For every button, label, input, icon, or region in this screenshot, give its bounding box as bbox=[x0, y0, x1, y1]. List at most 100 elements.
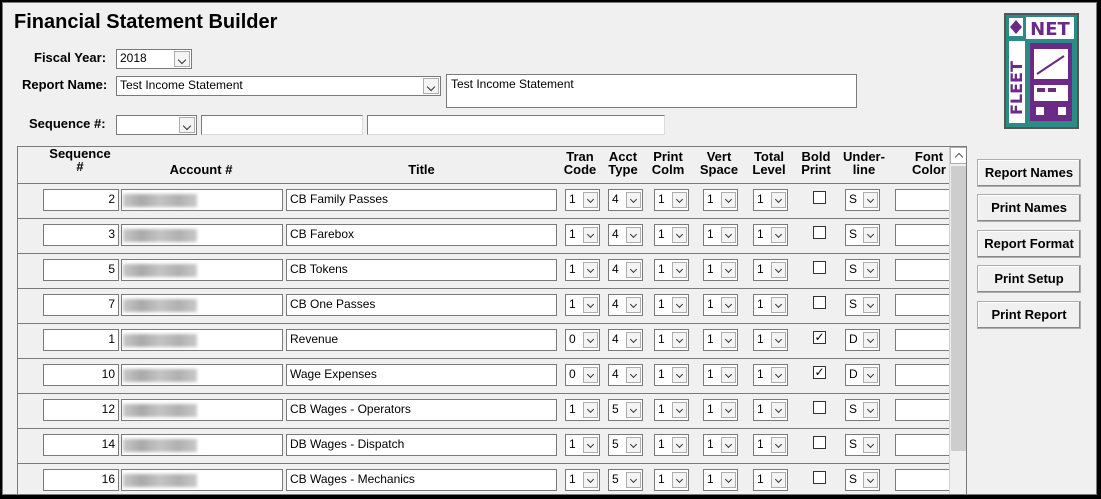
vert-space-select[interactable]: 1 bbox=[703, 469, 738, 491]
chevron-down-icon[interactable] bbox=[863, 297, 878, 313]
vert-space-select[interactable]: 1 bbox=[703, 434, 738, 456]
tran-code-select[interactable]: 1 bbox=[565, 399, 600, 421]
font-color-cell[interactable] bbox=[895, 329, 953, 351]
account-cell[interactable] bbox=[121, 399, 283, 421]
bold-print-checkbox[interactable] bbox=[813, 296, 826, 309]
total-level-select[interactable]: 1 bbox=[753, 259, 788, 281]
sequence-select[interactable] bbox=[116, 115, 197, 135]
print-colm-select[interactable]: 1 bbox=[654, 434, 689, 456]
tran-code-select[interactable]: 0 bbox=[565, 329, 600, 351]
chevron-down-icon[interactable] bbox=[626, 367, 641, 383]
acct-type-select[interactable]: 4 bbox=[608, 259, 643, 281]
sequence-text-2[interactable] bbox=[367, 115, 665, 135]
vertical-scrollbar[interactable] bbox=[949, 147, 966, 494]
chevron-down-icon[interactable] bbox=[721, 437, 736, 453]
bold-print-checkbox[interactable]: ✓ bbox=[813, 366, 826, 379]
chevron-down-icon[interactable] bbox=[863, 367, 878, 383]
underline-select[interactable]: S bbox=[845, 259, 880, 281]
underline-select[interactable]: S bbox=[845, 189, 880, 211]
title-cell[interactable]: CB Family Passes bbox=[286, 189, 557, 211]
chevron-down-icon[interactable] bbox=[583, 402, 598, 418]
chevron-down-icon[interactable] bbox=[771, 332, 786, 348]
font-color-cell[interactable] bbox=[895, 469, 953, 491]
font-color-cell[interactable] bbox=[895, 189, 953, 211]
total-level-select[interactable]: 1 bbox=[753, 399, 788, 421]
underline-select[interactable]: S bbox=[845, 399, 880, 421]
acct-type-select[interactable]: 4 bbox=[608, 364, 643, 386]
table-row[interactable]: 12 CB Wages - Operators 1 5 1 1 1 S bbox=[18, 393, 953, 429]
table-row[interactable]: 2 CB Family Passes 1 4 1 1 1 S bbox=[18, 183, 953, 219]
bold-print-checkbox[interactable]: ✓ bbox=[813, 331, 826, 344]
account-cell[interactable] bbox=[121, 259, 283, 281]
sequence-cell[interactable]: 5 bbox=[43, 259, 119, 281]
print-colm-select[interactable]: 1 bbox=[654, 294, 689, 316]
chevron-down-icon[interactable] bbox=[863, 332, 878, 348]
chevron-down-icon[interactable] bbox=[771, 367, 786, 383]
chevron-down-icon[interactable] bbox=[626, 472, 641, 488]
vert-space-select[interactable]: 1 bbox=[703, 399, 738, 421]
chevron-down-icon[interactable] bbox=[583, 227, 598, 243]
underline-select[interactable]: S bbox=[845, 434, 880, 456]
tran-code-select[interactable]: 1 bbox=[565, 259, 600, 281]
print-colm-select[interactable]: 1 bbox=[654, 259, 689, 281]
chevron-down-icon[interactable] bbox=[771, 402, 786, 418]
chevron-down-icon[interactable] bbox=[721, 262, 736, 278]
total-level-select[interactable]: 1 bbox=[753, 469, 788, 491]
sequence-cell[interactable]: 3 bbox=[43, 224, 119, 246]
chevron-down-icon[interactable] bbox=[672, 192, 687, 208]
sequence-cell[interactable]: 16 bbox=[43, 469, 119, 491]
acct-type-select[interactable]: 4 bbox=[608, 224, 643, 246]
tran-code-select[interactable]: 1 bbox=[565, 294, 600, 316]
table-row[interactable]: 1 Revenue 0 4 1 1 1 D ✓ bbox=[18, 323, 953, 359]
vert-space-select[interactable]: 1 bbox=[703, 259, 738, 281]
acct-type-select[interactable]: 4 bbox=[608, 294, 643, 316]
account-cell[interactable] bbox=[121, 224, 283, 246]
table-row[interactable]: 16 CB Wages - Mechanics 1 5 1 1 1 S bbox=[18, 463, 953, 494]
table-row[interactable]: 7 CB One Passes 1 4 1 1 1 S bbox=[18, 288, 953, 324]
chevron-down-icon[interactable] bbox=[721, 402, 736, 418]
chevron-down-icon[interactable] bbox=[771, 192, 786, 208]
chevron-down-icon[interactable] bbox=[626, 402, 641, 418]
title-cell[interactable]: CB Wages - Operators bbox=[286, 399, 557, 421]
vert-space-select[interactable]: 1 bbox=[703, 329, 738, 351]
chevron-down-icon[interactable] bbox=[583, 262, 598, 278]
bold-print-checkbox[interactable] bbox=[813, 226, 826, 239]
scroll-up-arrow-icon[interactable] bbox=[950, 147, 966, 164]
sequence-cell[interactable]: 10 bbox=[43, 364, 119, 386]
chevron-down-icon[interactable] bbox=[721, 472, 736, 488]
chevron-down-icon[interactable] bbox=[583, 332, 598, 348]
print-colm-select[interactable]: 1 bbox=[654, 469, 689, 491]
underline-select[interactable]: S bbox=[845, 469, 880, 491]
print-colm-select[interactable]: 1 bbox=[654, 329, 689, 351]
print-colm-select[interactable]: 1 bbox=[654, 224, 689, 246]
chevron-down-icon[interactable] bbox=[583, 367, 598, 383]
sequence-text-1[interactable] bbox=[201, 115, 363, 135]
title-cell[interactable]: Revenue bbox=[286, 329, 557, 351]
vert-space-select[interactable]: 1 bbox=[703, 189, 738, 211]
chevron-down-icon[interactable] bbox=[721, 297, 736, 313]
chevron-down-icon[interactable] bbox=[863, 437, 878, 453]
chevron-down-icon[interactable] bbox=[583, 297, 598, 313]
fiscal-year-select[interactable]: 2018 bbox=[116, 49, 192, 69]
chevron-down-icon[interactable] bbox=[672, 262, 687, 278]
total-level-select[interactable]: 1 bbox=[753, 224, 788, 246]
table-row[interactable]: 10 Wage Expenses 0 4 1 1 1 D ✓ bbox=[18, 358, 953, 394]
table-row[interactable]: 3 CB Farebox 1 4 1 1 1 S bbox=[18, 218, 953, 254]
font-color-cell[interactable] bbox=[895, 224, 953, 246]
sequence-cell[interactable]: 2 bbox=[43, 189, 119, 211]
account-cell[interactable] bbox=[121, 364, 283, 386]
bold-print-checkbox[interactable] bbox=[813, 401, 826, 414]
sequence-cell[interactable]: 12 bbox=[43, 399, 119, 421]
title-cell[interactable]: CB Wages - Mechanics bbox=[286, 469, 557, 491]
acct-type-select[interactable]: 5 bbox=[608, 434, 643, 456]
chevron-down-icon[interactable] bbox=[863, 192, 878, 208]
chevron-down-icon[interactable] bbox=[626, 227, 641, 243]
chevron-down-icon[interactable] bbox=[721, 227, 736, 243]
chevron-down-icon[interactable] bbox=[672, 332, 687, 348]
account-cell[interactable] bbox=[121, 329, 283, 351]
chevron-down-icon[interactable] bbox=[721, 332, 736, 348]
acct-type-select[interactable]: 5 bbox=[608, 399, 643, 421]
chevron-down-icon[interactable] bbox=[672, 297, 687, 313]
chevron-down-icon[interactable] bbox=[672, 472, 687, 488]
sequence-cell[interactable]: 14 bbox=[43, 434, 119, 456]
